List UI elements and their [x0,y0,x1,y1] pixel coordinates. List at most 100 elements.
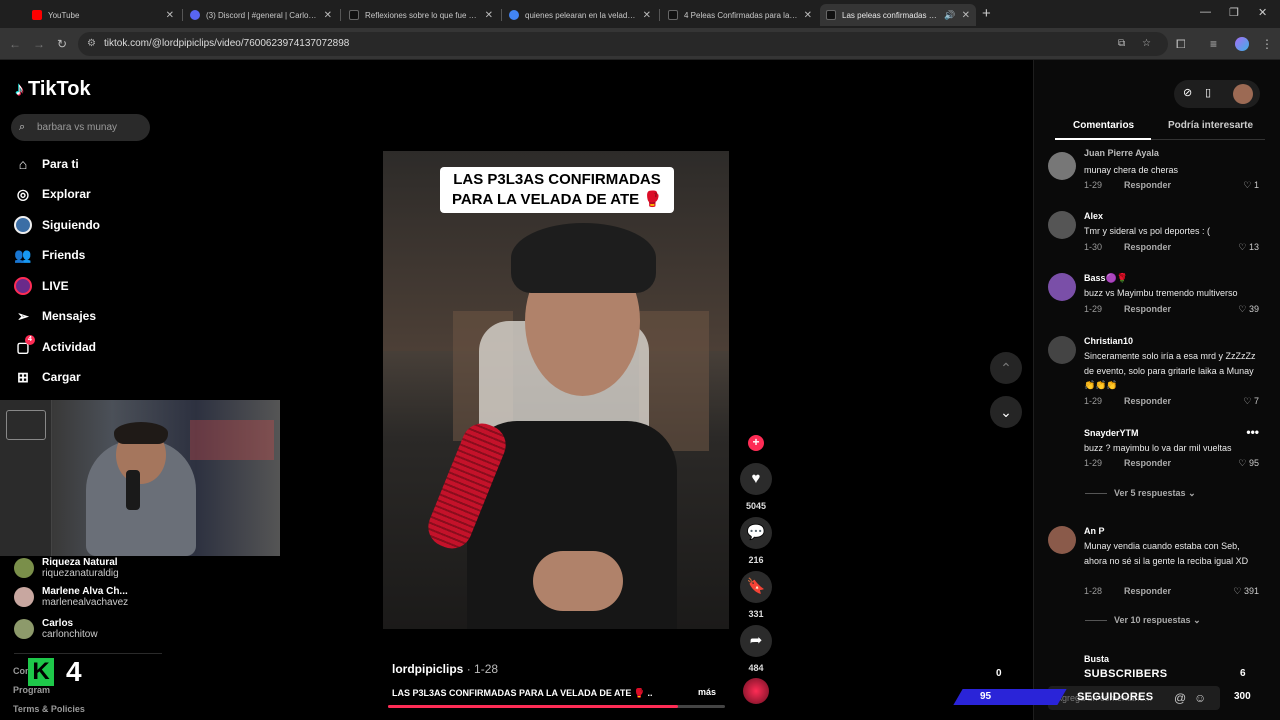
emoji-icon[interactable]: ☺ [1194,686,1206,710]
like-count: 7 [1253,396,1259,406]
follow-plus-button[interactable]: + [748,435,764,451]
avatar[interactable] [1048,428,1076,456]
avatar[interactable] [1048,526,1076,554]
back-icon[interactable]: ← [9,36,21,52]
close-icon[interactable]: ✕ [643,10,651,21]
share-action[interactable]: ➦ 484 [740,625,772,673]
comment-author[interactable]: An P [1084,526,1105,536]
heart-icon[interactable]: ♥ [740,463,772,495]
browser-tab-active[interactable]: Las peleas confirmadas par 🔊 ✕ [820,4,976,26]
bookmark-icon[interactable]: 🔖 [740,571,772,603]
reply-button[interactable]: Responder [1124,304,1171,314]
like-action[interactable]: ♥ 5045 [740,463,772,511]
nav-item-live[interactable]: LIVE [14,274,69,298]
comment-author[interactable]: Juan Pierre Ayala [1084,148,1159,158]
comment-likes[interactable]: ♡ 39 [1238,304,1259,315]
save-count: 331 [748,609,764,619]
address-bar[interactable]: ⚙ tiktok.com/@lordpipiclips/video/760062… [78,32,1168,56]
extensions-icon[interactable]: ⧠ [1176,36,1186,52]
profile-avatar[interactable] [1235,37,1249,51]
share-icon[interactable]: ➦ [740,625,772,657]
close-icon[interactable]: ✕ [804,10,812,21]
following-user[interactable]: Riqueza Natural riquezanaturaldig [14,557,119,579]
author-name[interactable]: lordpipiclips [392,662,463,676]
comment-author[interactable]: Alex [1084,211,1103,221]
reply-button[interactable]: Responder [1124,180,1171,190]
browser-tab[interactable]: YouTube ✕ [26,4,180,26]
minimize-button[interactable]: — [1200,6,1211,18]
comment-author[interactable]: Christian10 [1084,336,1133,346]
comment-action[interactable]: 💬 216 [740,517,772,565]
nav-item-cargar[interactable]: ⊞ Cargar [14,365,81,389]
browser-tab[interactable]: 4 Peleas Confirmadas para la Ve ✕ [662,4,818,26]
menu-dots-icon[interactable]: ⋮ [1261,36,1273,52]
close-icon[interactable]: ✕ [962,10,970,21]
speaker-icon[interactable]: 🔊 [944,10,955,21]
view-replies-button[interactable]: Ver 10 respuestas ⌄ [1114,615,1201,626]
next-video-button[interactable]: ⌄ [990,396,1022,428]
comment-likes[interactable]: ♡ 391 [1233,586,1259,597]
reload-icon[interactable]: ↻ [57,36,67,52]
comment-likes[interactable]: ♡ 7 [1243,396,1259,407]
music-disc-icon[interactable] [743,678,769,704]
save-action[interactable]: 🔖 331 [740,571,772,619]
search-input[interactable]: ⌕ barbara vs munay [11,114,150,141]
footer-terms[interactable]: Terms & Policies [13,704,85,714]
followers-left-count: 95 [980,691,992,702]
previous-video-button[interactable]: ⌃ [990,352,1022,384]
video-author[interactable]: lordpipiclips · 1-28 [392,662,498,676]
new-tab-button[interactable]: + [982,5,991,22]
tiktok-logo[interactable]: ♪ TikTok [15,78,91,101]
browser-tab[interactable]: Reflexiones sobre lo que fue y q ✕ [343,4,499,26]
avatar[interactable] [1048,336,1076,364]
mention-icon[interactable]: @ [1174,686,1186,710]
forward-icon[interactable]: → [33,36,45,52]
media-control-icon[interactable]: ≡ [1210,36,1217,52]
comment-likes[interactable]: ♡ 13 [1238,242,1259,253]
tab-comentarios[interactable]: Comentarios [1073,120,1134,131]
avatar[interactable] [1048,273,1076,301]
nav-item-friends[interactable]: 👥 Friends [14,243,85,267]
browser-tab[interactable]: (3) Discord | #general | Carlonch ✕ [184,4,338,26]
nav-item-actividad[interactable]: ▢ 4 Actividad [14,334,96,359]
view-replies-button[interactable]: Ver 5 respuestas ⌄ [1114,488,1196,499]
compass-icon[interactable]: ⊘ [1183,86,1192,99]
comment-likes[interactable]: ♡ 1 [1243,180,1259,191]
more-options-icon[interactable]: ••• [1246,425,1259,439]
following-user[interactable]: Marlene Alva Ch... marlenealvachavez [14,586,128,608]
restore-button[interactable]: ❐ [1229,6,1239,19]
comment-likes[interactable]: ♡ 95 [1238,458,1259,469]
comment-author[interactable]: SnayderYTM [1084,428,1139,438]
reply-button[interactable]: Responder [1124,396,1171,406]
install-app-icon[interactable]: ⧉ [1118,32,1125,56]
avatar[interactable] [1048,152,1076,180]
comment-icon[interactable]: 💬 [740,517,772,549]
footer-program[interactable]: Program [13,685,50,695]
nav-item-siguiendo[interactable]: Siguiendo [14,213,100,237]
video-player[interactable]: LAS P3L3AS CONFIRMADAS PARA LA VELADA DE… [383,151,729,629]
close-icon[interactable]: ✕ [166,10,174,21]
comment-author[interactable]: Bass🟣🌹 [1084,273,1128,284]
progress-bar[interactable] [388,705,725,708]
site-info-icon[interactable]: ⚙ [87,32,96,56]
comment-author[interactable]: Busta [1084,654,1109,664]
browser-tab[interactable]: quienes pelearan en la velada d ✕ [503,4,657,26]
nav-item-para-ti[interactable]: ⌂ Para ti [14,152,79,176]
reply-button[interactable]: Responder [1124,242,1171,252]
close-icon[interactable]: ✕ [485,10,493,21]
close-window-button[interactable]: ✕ [1258,6,1267,19]
live-icon [14,277,32,295]
following-user[interactable]: Carlos carlonchitow [14,618,98,640]
nav-item-explorar[interactable]: ◎ Explorar [14,182,91,206]
more-link[interactable]: más [698,687,716,697]
tab-podria-interesarte[interactable]: Podría interesarte [1168,120,1253,131]
avatar[interactable] [1048,211,1076,239]
bookmark-star-icon[interactable]: ☆ [1142,32,1151,56]
user-avatar[interactable] [1233,84,1253,104]
reply-button[interactable]: Responder [1124,586,1171,596]
nav-item-mensajes[interactable]: ➢ Mensajes [14,304,96,328]
device-icon[interactable]: ▯ [1205,86,1211,99]
comment-item: Christian10 Sinceramente solo iría a esa… [1048,336,1263,411]
close-icon[interactable]: ✕ [324,10,332,21]
reply-button[interactable]: Responder [1124,458,1171,468]
